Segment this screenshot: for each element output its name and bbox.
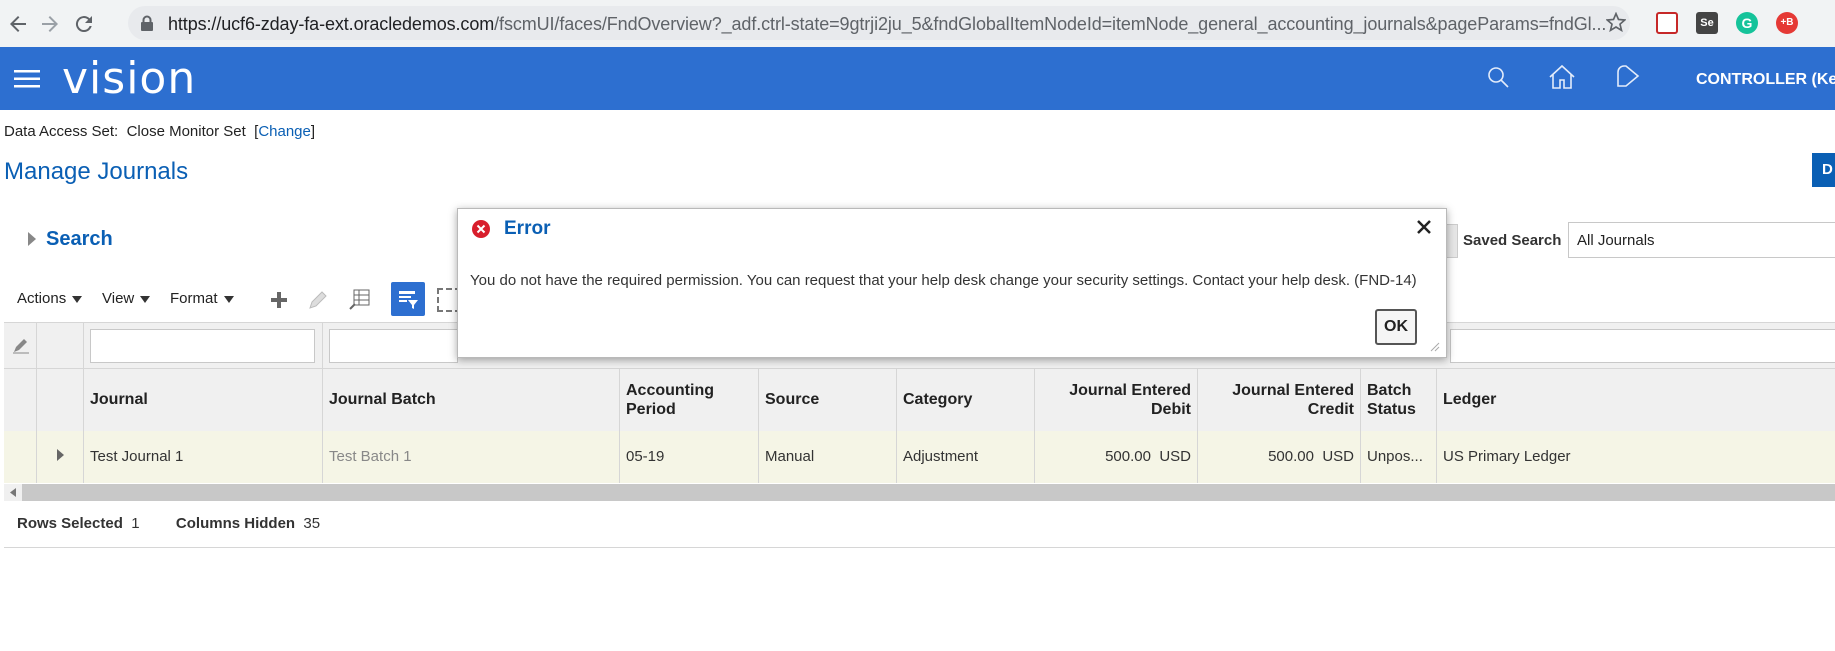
column-divider — [896, 368, 897, 483]
column-divider — [1360, 368, 1361, 483]
query-by-example-button[interactable] — [391, 282, 425, 316]
change-link[interactable]: Change — [258, 123, 311, 140]
ledger-filter-input[interactable] — [1450, 329, 1835, 363]
column-divider — [1034, 368, 1035, 483]
edit-icon[interactable] — [307, 289, 329, 315]
chevron-down-icon — [140, 295, 151, 303]
ledger-cell: US Primary Ledger — [1443, 448, 1571, 465]
col-credit[interactable]: Journal Entered Credit — [1198, 381, 1354, 419]
search-icon[interactable] — [1486, 65, 1510, 93]
footer-divider — [4, 547, 1835, 548]
query-by-example-icon — [399, 291, 418, 309]
col-source[interactable]: Source — [765, 390, 819, 409]
close-icon[interactable] — [1416, 219, 1432, 239]
batch-filter-input[interactable] — [329, 329, 458, 363]
rows-selected-value: 1 — [131, 515, 140, 532]
batch-cell: Test Batch 1 — [329, 448, 412, 465]
saved-search-value: All Journals — [1577, 232, 1655, 249]
forward-icon[interactable] — [38, 12, 62, 36]
expand-icon[interactable] — [55, 448, 65, 466]
dialog-message: You do not have the required permission.… — [470, 272, 1417, 289]
saved-search-select[interactable]: All Journals — [1568, 222, 1835, 258]
columns-hidden-label: Columns Hidden — [175, 515, 296, 532]
category-cell: Adjustment — [903, 448, 979, 465]
search-header[interactable]: Search — [46, 228, 113, 251]
add-icon[interactable] — [269, 290, 289, 314]
dialog-title: Error — [504, 218, 551, 239]
ok-button[interactable]: OK — [1375, 309, 1417, 345]
rows-selected-label: Rows Selected — [17, 515, 123, 532]
column-divider — [619, 368, 620, 483]
filter-edit-icon[interactable] — [12, 336, 30, 358]
actions-menu[interactable]: Actions — [17, 290, 83, 307]
table-footer: Rows Selected 1 Columns Hidden 35 — [17, 515, 320, 532]
column-divider — [36, 322, 37, 483]
col-debit[interactable]: Journal Entered Debit — [1035, 381, 1191, 419]
notification-icon[interactable] — [1614, 64, 1642, 94]
journal-filter-input[interactable] — [90, 329, 315, 363]
journal-link[interactable]: Test Journal 1 — [90, 448, 183, 465]
reload-icon[interactable] — [72, 12, 96, 36]
column-divider — [1436, 368, 1437, 483]
freeze-icon[interactable] — [348, 287, 372, 315]
saved-search-label: Saved Search — [1463, 232, 1562, 249]
page-title: Manage Journals — [4, 158, 189, 185]
status-cell: Unpos... — [1367, 448, 1423, 465]
app-header: vision CONTROLLER (Ken — [0, 47, 1835, 110]
format-menu[interactable]: Format — [170, 290, 234, 307]
error-icon — [471, 219, 491, 243]
search-disclosure-icon[interactable] — [26, 230, 38, 252]
address-bar[interactable]: https://ucf6-zday-fa-ext.oracledemos.com… — [128, 6, 1630, 40]
back-icon[interactable] — [6, 12, 30, 36]
credit-cell: 500.00 USD — [1268, 448, 1354, 465]
debit-cell: 500.00 USD — [1105, 448, 1191, 465]
extension-red-icon[interactable]: +B — [1776, 12, 1798, 34]
menu-icon[interactable] — [14, 69, 40, 93]
chevron-down-icon — [223, 295, 234, 303]
horizontal-scrollbar[interactable] — [4, 484, 1835, 501]
column-divider — [83, 322, 84, 483]
data-access-label: Data Access Set: — [4, 123, 119, 140]
lock-icon — [140, 15, 154, 35]
scroll-left-button[interactable] — [4, 484, 22, 501]
extension-pocket-icon[interactable] — [1656, 12, 1678, 34]
col-journal[interactable]: Journal — [90, 390, 148, 409]
done-button[interactable]: D — [1812, 153, 1835, 187]
column-divider — [1197, 368, 1198, 483]
extension-grammarly-icon[interactable]: G — [1736, 12, 1758, 34]
col-ledger[interactable]: Ledger — [1443, 390, 1496, 409]
period-cell: 05-19 — [626, 448, 665, 465]
extension-selenium-icon[interactable]: Se — [1696, 12, 1718, 34]
chevron-down-icon — [72, 295, 83, 303]
data-access-set: Data Access Set: Close Monitor Set [Chan… — [4, 123, 315, 140]
error-dialog: Error You do not have the required permi… — [457, 208, 1447, 358]
data-access-value: Close Monitor Set — [126, 123, 246, 140]
star-icon[interactable] — [1605, 11, 1627, 36]
user-menu[interactable]: CONTROLLER (Ken — [1696, 71, 1835, 89]
columns-hidden-value: 35 — [303, 515, 321, 532]
source-cell: Manual — [765, 448, 815, 465]
bracket-close: ] — [310, 123, 316, 140]
column-divider — [758, 368, 759, 483]
col-category[interactable]: Category — [903, 390, 972, 409]
col-journal-batch[interactable]: Journal Batch — [329, 390, 436, 409]
col-batch-status[interactable]: Batch Status — [1367, 381, 1416, 419]
view-menu[interactable]: View — [102, 290, 151, 307]
column-divider — [322, 322, 323, 483]
resize-handle-icon[interactable] — [1428, 339, 1440, 356]
brand-logo[interactable]: vision — [62, 53, 196, 104]
home-icon[interactable] — [1548, 64, 1576, 94]
col-accounting-period[interactable]: Accounting Period — [626, 381, 714, 419]
url-text: https://ucf6-zday-fa-ext.oracledemos.com… — [168, 14, 1607, 34]
browser-toolbar: https://ucf6-zday-fa-ext.oracledemos.com… — [0, 0, 1835, 47]
